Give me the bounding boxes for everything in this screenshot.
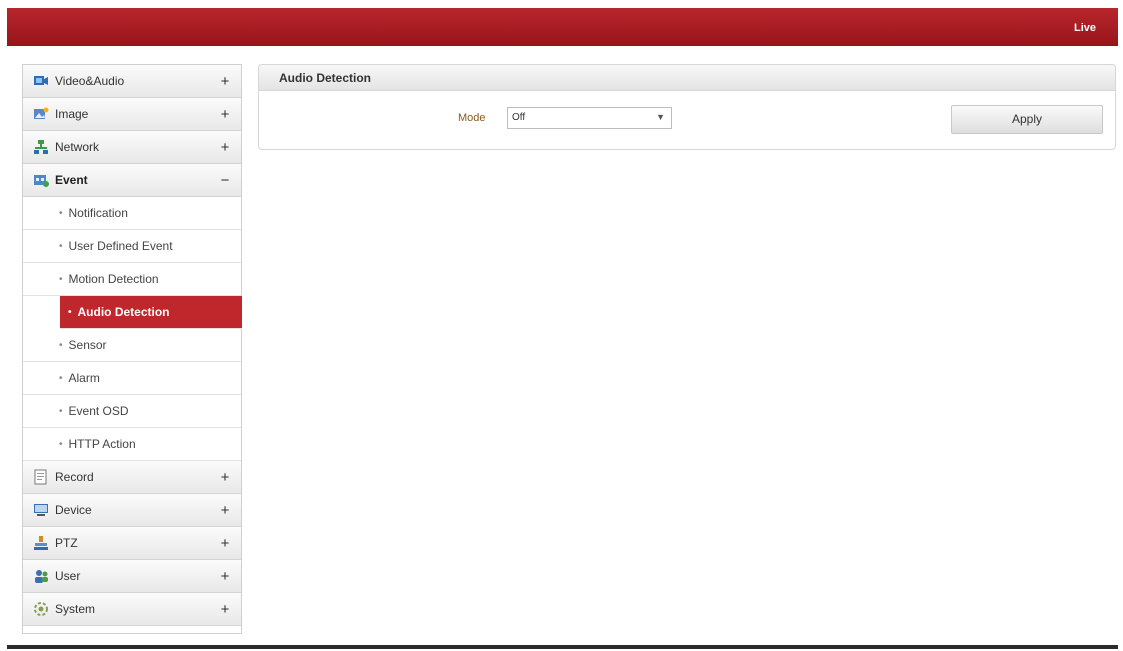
mode-select-value: Off <box>512 112 526 123</box>
sidebar-subitem-audio-detection[interactable]: • Audio Detection <box>60 296 242 329</box>
expand-icon[interactable]: + <box>215 502 235 519</box>
sidebar-item-video-audio[interactable]: Video&Audio + <box>23 65 241 98</box>
sidebar-subitem-event-osd[interactable]: • Event OSD <box>23 395 241 428</box>
sidebar-item-label: Network <box>55 140 100 154</box>
sidebar-item-system[interactable]: System + <box>23 593 241 626</box>
sidebar-subitem-label: Alarm <box>68 371 100 385</box>
mode-label: Mode <box>458 112 486 124</box>
bottom-divider <box>7 645 1118 649</box>
expand-icon[interactable]: + <box>215 535 235 552</box>
sidebar-subitem-sensor[interactable]: • Sensor <box>23 329 241 362</box>
collapse-icon[interactable]: − <box>215 172 235 189</box>
bullet-icon: • <box>59 240 63 252</box>
sidebar-item-record[interactable]: Record + <box>23 461 241 494</box>
sidebar-subitem-notification[interactable]: • Notification <box>23 197 241 230</box>
video-audio-icon <box>33 73 49 89</box>
sidebar-menu: Video&Audio + Image + Network + Event − … <box>22 64 242 634</box>
sidebar-subitem-label: Audio Detection <box>77 305 170 319</box>
sidebar-item-label: PTZ <box>55 536 78 550</box>
bullet-icon: • <box>59 438 63 450</box>
sidebar-item-label: Device <box>55 503 92 517</box>
chevron-down-icon[interactable]: ▼ <box>656 112 665 122</box>
bullet-icon: • <box>59 372 63 384</box>
sidebar-subitem-user-defined-event[interactable]: • User Defined Event <box>23 230 241 263</box>
sidebar-item-label: System <box>55 602 96 616</box>
expand-icon[interactable]: + <box>215 106 235 123</box>
sidebar-item-user[interactable]: User + <box>23 560 241 593</box>
bullet-icon: • <box>59 273 63 285</box>
ptz-icon <box>33 535 49 551</box>
live-link[interactable]: Live <box>1074 22 1096 34</box>
audio-detection-panel: Audio Detection Mode Off ▼ Apply <box>258 64 1116 150</box>
sidebar-item-label: User <box>55 569 81 583</box>
sidebar-item-label: Image <box>55 107 89 121</box>
system-icon <box>33 601 49 617</box>
sidebar-subitem-label: Event OSD <box>68 404 129 418</box>
top-header-bar: Live <box>7 8 1118 46</box>
sidebar-item-event[interactable]: Event − <box>23 164 241 197</box>
bullet-icon: • <box>59 207 63 219</box>
bullet-icon: • <box>59 405 63 417</box>
apply-button[interactable]: Apply <box>951 105 1103 134</box>
panel-title: Audio Detection <box>259 65 1115 91</box>
sidebar-item-label: Record <box>55 470 94 484</box>
bullet-icon: • <box>59 339 63 351</box>
event-icon <box>33 172 49 188</box>
record-icon <box>33 469 49 485</box>
sidebar-item-image[interactable]: Image + <box>23 98 241 131</box>
sidebar-subitem-label: HTTP Action <box>68 437 136 451</box>
sidebar-subitem-http-action[interactable]: • HTTP Action <box>23 428 241 461</box>
sidebar-subitem-label: Notification <box>68 206 128 220</box>
expand-icon[interactable]: + <box>215 73 235 90</box>
sidebar-subitem-motion-detection[interactable]: • Motion Detection <box>23 263 241 296</box>
device-icon <box>33 502 49 518</box>
sidebar-item-network[interactable]: Network + <box>23 131 241 164</box>
sidebar-subitem-alarm[interactable]: • Alarm <box>23 362 241 395</box>
image-icon <box>33 106 49 122</box>
sidebar-subitem-label: Motion Detection <box>68 272 159 286</box>
network-icon <box>33 139 49 155</box>
sidebar-subitem-label: User Defined Event <box>68 239 173 253</box>
user-icon <box>33 568 49 584</box>
expand-icon[interactable]: + <box>215 568 235 585</box>
sidebar-item-label: Event <box>55 173 88 187</box>
expand-icon[interactable]: + <box>215 139 235 156</box>
mode-select[interactable]: Off ▼ <box>507 107 672 129</box>
expand-icon[interactable]: + <box>215 601 235 618</box>
sidebar-subitem-label: Sensor <box>68 338 107 352</box>
sidebar-item-label: Video&Audio <box>55 74 125 88</box>
sidebar-item-device[interactable]: Device + <box>23 494 241 527</box>
sidebar-item-ptz[interactable]: PTZ + <box>23 527 241 560</box>
bullet-icon: • <box>68 306 72 318</box>
expand-icon[interactable]: + <box>215 469 235 486</box>
